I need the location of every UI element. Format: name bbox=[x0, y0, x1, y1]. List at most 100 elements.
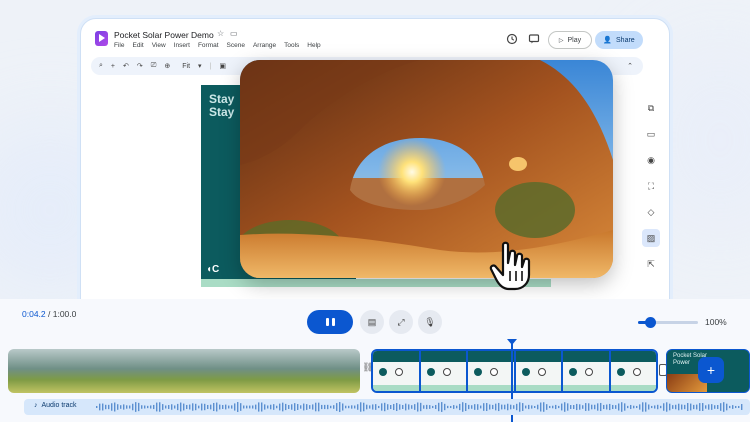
waveform-bar bbox=[555, 404, 557, 410]
waveform-bar bbox=[489, 404, 491, 410]
timeline-panel: 0:04.2 / 1:00.0 ▤ ⤢ 🎙 100% ⛓ Pocket Sola… bbox=[0, 299, 750, 422]
waveform-bar bbox=[117, 404, 119, 410]
waveform-bar bbox=[483, 403, 485, 411]
title-bar: Pocket Solar Power Demo ☆ ▭ File Edit Vi… bbox=[81, 19, 669, 53]
menu-edit[interactable]: Edit bbox=[132, 42, 143, 49]
waveform-bar bbox=[402, 404, 404, 410]
waveform-bar bbox=[432, 405, 434, 409]
slide-thumbnail bbox=[610, 351, 656, 391]
audio-waveform bbox=[96, 402, 743, 412]
menu-file[interactable]: File bbox=[114, 42, 124, 49]
menu-scene[interactable]: Scene bbox=[227, 42, 245, 49]
waveform-bar bbox=[291, 404, 293, 410]
waveform-bar bbox=[366, 404, 368, 410]
waveform-bar bbox=[306, 404, 308, 410]
menu-view[interactable]: View bbox=[152, 42, 166, 49]
waveform-bar bbox=[411, 405, 413, 409]
shapes-icon[interactable]: ◇ bbox=[642, 203, 660, 221]
waveform-bar bbox=[417, 402, 419, 412]
waveform-bar bbox=[309, 405, 311, 409]
waveform-bar bbox=[585, 403, 587, 411]
waveform-bar bbox=[477, 404, 479, 410]
export-icon[interactable]: ⇱ bbox=[642, 255, 660, 273]
waveform-bar bbox=[636, 405, 638, 409]
waveform-bar bbox=[564, 402, 566, 412]
waveform-bar bbox=[297, 404, 299, 410]
play-button[interactable]: ▷ Play bbox=[548, 31, 592, 49]
waveform-bar bbox=[618, 403, 620, 411]
app-logo-icon[interactable] bbox=[95, 31, 108, 46]
waveform-bar bbox=[642, 402, 644, 412]
insert-image-icon[interactable]: ▣ bbox=[219, 62, 226, 70]
zoom-dropdown-icon[interactable]: ▾ bbox=[198, 62, 202, 70]
microphone-icon[interactable]: 🎙 bbox=[418, 310, 442, 334]
waveform-bar bbox=[342, 403, 344, 411]
waveform-bar bbox=[474, 404, 476, 410]
waveform-bar bbox=[666, 402, 668, 412]
waveform-bar bbox=[501, 404, 503, 410]
menu-tools[interactable]: Tools bbox=[284, 42, 299, 49]
paint-format-icon[interactable]: ⎚ bbox=[151, 62, 157, 70]
waveform-bar bbox=[534, 405, 536, 409]
waveform-bar bbox=[552, 405, 554, 409]
audio-track[interactable]: ♪ Audio track bbox=[24, 399, 750, 415]
history-icon[interactable] bbox=[505, 33, 519, 47]
waveform-bar bbox=[267, 405, 269, 409]
collapse-toolbar-icon[interactable]: ⌃ bbox=[627, 62, 633, 70]
waveform-bar bbox=[684, 404, 686, 410]
folder-icon[interactable]: ▭ bbox=[230, 29, 238, 38]
zoom-slider-knob[interactable] bbox=[645, 317, 656, 328]
waveform-bar bbox=[210, 404, 212, 410]
waveform-bar bbox=[504, 404, 506, 410]
add-icon[interactable]: + bbox=[111, 63, 115, 70]
add-clip-button[interactable]: + bbox=[698, 357, 724, 383]
folder-icon[interactable]: ▭ bbox=[642, 125, 660, 143]
menu-insert[interactable]: Insert bbox=[174, 42, 190, 49]
crop-frame-icon[interactable]: ⛶ bbox=[642, 177, 660, 195]
arch-sunset-photo[interactable] bbox=[240, 60, 613, 278]
waveform-bar bbox=[594, 404, 596, 410]
waveform-bar bbox=[492, 404, 494, 410]
menu-help[interactable]: Help bbox=[307, 42, 320, 49]
waveform-bar bbox=[147, 405, 149, 409]
image-panel-icon[interactable]: ▨ bbox=[642, 229, 660, 247]
document-title[interactable]: Pocket Solar Power Demo bbox=[114, 30, 214, 40]
zoom-icon[interactable]: ⊕ bbox=[164, 62, 170, 70]
waveform-bar bbox=[519, 402, 521, 412]
play-label: Play bbox=[567, 36, 582, 44]
fit-screen-icon[interactable]: ⤢ bbox=[389, 310, 413, 334]
pause-button[interactable] bbox=[307, 310, 353, 334]
waveform-bar bbox=[111, 403, 113, 411]
undo-icon[interactable]: ↶ bbox=[123, 62, 129, 70]
audio-track-label: ♪ Audio track bbox=[34, 402, 77, 409]
search-icon[interactable]: ⌕ bbox=[99, 62, 103, 70]
waveform-bar bbox=[672, 405, 674, 409]
record-icon[interactable]: ◉ bbox=[642, 151, 660, 169]
waveform-bar bbox=[276, 405, 278, 409]
waveform-bar bbox=[732, 405, 734, 409]
waveform-bar bbox=[264, 404, 266, 410]
share-button[interactable]: 👤 Share bbox=[595, 31, 643, 49]
menu-arrange[interactable]: Arrange bbox=[253, 42, 276, 49]
redo-icon[interactable]: ↷ bbox=[137, 62, 143, 70]
star-icon[interactable]: ☆ bbox=[217, 29, 224, 38]
waveform-bar bbox=[213, 402, 215, 412]
waveform-bar bbox=[708, 404, 710, 410]
layers-icon[interactable]: ⧉ bbox=[642, 99, 660, 117]
waveform-bar bbox=[363, 402, 365, 412]
clip-frame bbox=[309, 349, 360, 393]
waveform-bar bbox=[120, 405, 122, 409]
captions-icon[interactable]: ▤ bbox=[360, 310, 384, 334]
waveform-bar bbox=[621, 402, 623, 412]
waveform-bar bbox=[315, 402, 317, 412]
waveform-bar bbox=[381, 403, 383, 411]
waveform-bar bbox=[480, 405, 482, 409]
waveform-bar bbox=[693, 404, 695, 410]
waveform-bar bbox=[255, 404, 257, 410]
slides-clip-selected[interactable] bbox=[371, 349, 658, 393]
comment-icon[interactable] bbox=[527, 33, 541, 47]
timeline-zoom-slider[interactable] bbox=[638, 317, 698, 328]
zoom-select[interactable]: Fit bbox=[182, 63, 190, 70]
menu-format[interactable]: Format bbox=[198, 42, 219, 49]
landscape-clip[interactable] bbox=[8, 349, 360, 393]
